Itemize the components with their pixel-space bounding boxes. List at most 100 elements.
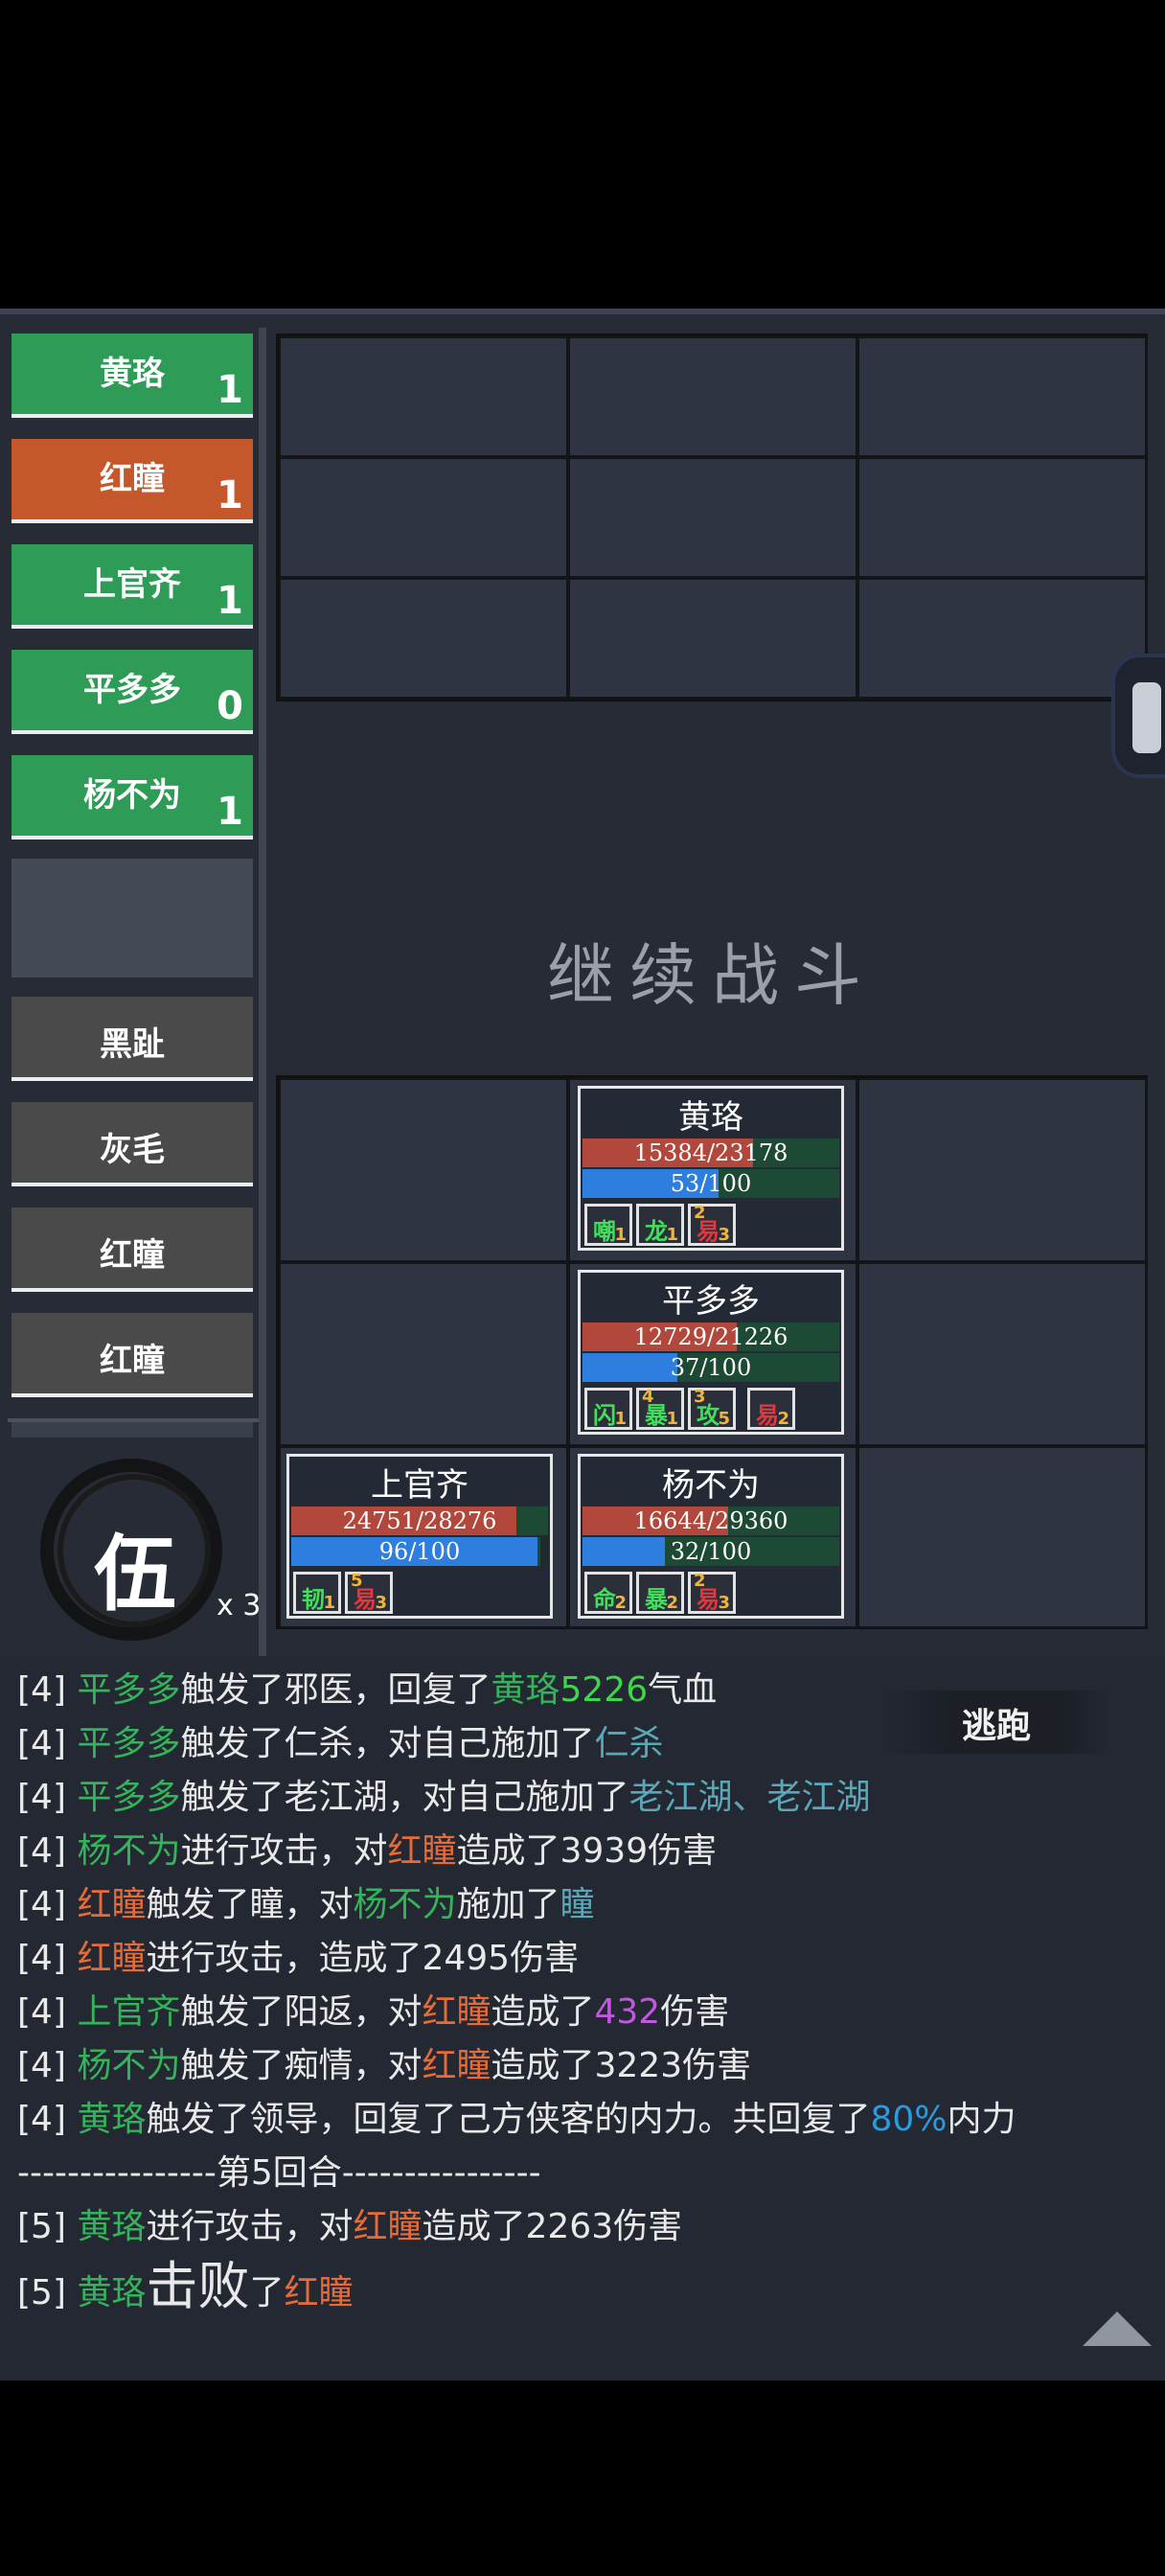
ally-card-hongtong[interactable]: 红瞳 1 [11, 439, 253, 523]
buff-tag[interactable]: 暴2 [636, 1572, 684, 1614]
buff-stack: 2 [614, 1593, 627, 1613]
buff-tag[interactable]: 闪1 [584, 1388, 632, 1430]
grid-cell [568, 336, 857, 457]
grid-cell [568, 457, 857, 578]
buff-tag[interactable]: 龙1 [636, 1204, 684, 1246]
hp-text: 12729/21226 [633, 1323, 788, 1350]
mp-bar: 37/100 [582, 1353, 839, 1382]
combat-log[interactable]: 逃跑 [4] 平多多触发了邪医，回复了黄珞5226气血 [4] 平多多触发了仁杀… [0, 1656, 1165, 2380]
buff-stack: 1 [614, 1225, 627, 1245]
enemy-name: 黑趾 [100, 1025, 165, 1064]
debuff-tag[interactable]: 5易3 [345, 1571, 393, 1614]
buff-stack: 1 [323, 1593, 335, 1613]
hp-bar: 12729/21226 [582, 1322, 839, 1351]
log-line: [4] 平多多触发了仁杀，对自己施加了仁杀 [17, 1724, 664, 1763]
buff-stack: 1 [666, 1409, 678, 1429]
ally-count: 1 [217, 368, 243, 412]
hp-bar: 24751/28276 [291, 1506, 548, 1535]
mp-bar: 53/100 [582, 1169, 839, 1198]
grid-cell [279, 457, 568, 578]
ally-card-pingduoduo[interactable]: 平多多 0 [11, 650, 253, 734]
enemy-card-hongtong-2[interactable]: 红瞳 [11, 1313, 253, 1397]
grid-cell [279, 1078, 568, 1262]
unit-name: 平多多 [662, 1282, 760, 1321]
buff-stack: 2 [777, 1409, 789, 1429]
mp-text: 96/100 [378, 1538, 461, 1565]
enemy-name: 灰毛 [100, 1131, 165, 1169]
buff-stack: 2 [666, 1593, 678, 1613]
log-line: [4] 杨不为进行攻击，对红瞳造成了3939伤害 [17, 1831, 718, 1871]
hp-text: 15384/23178 [633, 1139, 788, 1166]
grid-cell [857, 1446, 1147, 1628]
ally-count: 1 [217, 790, 243, 834]
grid-cell [279, 1262, 568, 1446]
buff-stack: 3 [375, 1593, 387, 1613]
unit-name: 黄珞 [678, 1098, 743, 1137]
ally-count: 1 [217, 579, 243, 623]
log-line: [4] 红瞳触发了瞳，对杨不为施加了瞳 [17, 1885, 595, 1924]
ally-count: 1 [217, 473, 243, 518]
debuff-char: 易 [354, 1586, 377, 1613]
log-line: [4] 上官齐触发了阳返，对红瞳造成了432伤害 [17, 1992, 730, 2032]
continue-battle-button[interactable]: 继续战斗 [276, 922, 1148, 1019]
hp-bar: 16644/29360 [582, 1506, 839, 1535]
formation-glyph: 伍 [94, 1526, 176, 1622]
flee-button[interactable]: 逃跑 [881, 1690, 1111, 1754]
log-line: [4] 红瞳进行攻击，造成了2495伤害 [17, 1939, 580, 1978]
ally-card-yangbuwei[interactable]: 杨不为 1 [11, 755, 253, 840]
mp-text: 53/100 [670, 1170, 752, 1197]
buff-char: 韧 [302, 1586, 325, 1613]
ally-formation-grid: 黄珞 15384/23178 53/100 嘲1 龙1 2易3 平多多 1272… [276, 1075, 1148, 1629]
buff-tag[interactable]: 嘲1 [584, 1204, 632, 1246]
mp-text: 32/100 [670, 1538, 752, 1565]
top-border [0, 309, 1165, 314]
buff-tag[interactable]: 3攻5 [688, 1387, 736, 1430]
enemy-name: 红瞳 [100, 1342, 165, 1380]
ally-card-huangluo[interactable]: 黄珞 1 [11, 334, 253, 418]
enemy-card-heizhi[interactable]: 黑趾 [11, 997, 253, 1081]
debuff-tag[interactable]: 2易3 [688, 1571, 736, 1614]
buff-tag[interactable]: 韧1 [293, 1572, 341, 1614]
buff-stack: 1 [614, 1409, 627, 1429]
unit-card-shangguanqi[interactable]: 上官齐 24751/28276 96/100 韧1 5易3 [286, 1454, 553, 1619]
debuff-tag[interactable]: 2易3 [688, 1203, 736, 1246]
mp-bar: 96/100 [291, 1537, 548, 1566]
hp-text: 24751/28276 [342, 1507, 497, 1534]
debuff-char: 易 [697, 1218, 720, 1245]
buff-tag[interactable]: 4暴1 [636, 1387, 684, 1430]
unit-name: 杨不为 [662, 1466, 760, 1505]
buff-char: 龙 [645, 1218, 668, 1245]
hp-bar: 15384/23178 [582, 1138, 839, 1167]
log-line: [5] 黄珞进行攻击，对红瞳造成了2263伤害 [17, 2207, 683, 2246]
grid-cell [279, 578, 568, 699]
hp-text: 16644/29360 [633, 1507, 788, 1534]
roster-empty-slot [11, 859, 253, 978]
buff-char: 闪 [593, 1402, 616, 1429]
formation-badge[interactable]: 伍 [19, 1439, 240, 1679]
debuff-tag[interactable]: 易2 [747, 1388, 795, 1430]
battle-screen: 黄珞 1 红瞳 1 上官齐 1 平多多 0 杨不为 1 黑趾 灰毛 红瞳 红瞳 … [0, 309, 1165, 2380]
ally-card-shangguanqi[interactable]: 上官齐 1 [11, 544, 253, 629]
buff-char: 暴 [645, 1586, 668, 1613]
log-line: [4] 杨不为触发了痴情，对红瞳造成了3223伤害 [17, 2046, 752, 2085]
grid-cell [857, 578, 1147, 699]
scroll-up-arrow-icon[interactable] [1083, 2312, 1152, 2346]
enemy-formation-grid [276, 334, 1148, 702]
enemy-card-hongtong-1[interactable]: 红瞳 [11, 1208, 253, 1292]
debuff-char: 易 [697, 1586, 720, 1613]
unit-card-pingduoduo[interactable]: 平多多 12729/21226 37/100 闪1 4暴1 3攻5 易2 [578, 1270, 844, 1435]
speed-multiplier[interactable]: x 3 [217, 1589, 261, 1622]
unit-card-yangbuwei[interactable]: 杨不为 16644/29360 32/100 命2 暴2 2易3 [578, 1454, 844, 1619]
flee-label: 逃跑 [962, 1706, 1032, 1746]
grid-cell [857, 336, 1147, 457]
buff-char: 命 [593, 1586, 616, 1613]
ally-count: 0 [217, 684, 243, 728]
round-divider: ----------------第5回合---------------- [17, 2153, 541, 2193]
unit-name: 上官齐 [371, 1466, 468, 1505]
buff-tag[interactable]: 命2 [584, 1572, 632, 1614]
enemy-name: 红瞳 [100, 1236, 165, 1275]
side-scroll-tab-icon[interactable] [1111, 654, 1165, 778]
unit-card-huangluo[interactable]: 黄珞 15384/23178 53/100 嘲1 龙1 2易3 [578, 1086, 844, 1251]
enemy-card-huimao[interactable]: 灰毛 [11, 1102, 253, 1186]
log-line: [4] 黄珞触发了领导，回复了己方侠客的内力。共回复了80%内力 [17, 2100, 1017, 2139]
